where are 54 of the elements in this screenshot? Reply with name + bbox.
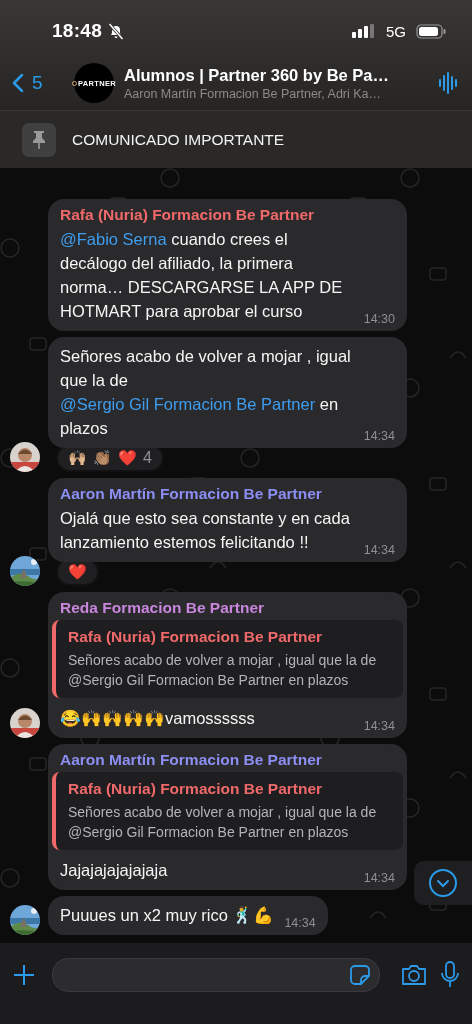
status-time: 18:48: [52, 20, 103, 42]
message-time: 14:30: [363, 312, 395, 326]
message-bubble[interactable]: Señores acabo de volver a mojar , igual que la de @Sergio Gil Formacion Be Partner en plazos 14:34: [48, 337, 407, 448]
sticker-icon[interactable]: [349, 964, 371, 986]
quoted-sender: Rafa (Nuria) Formacion Be Partner: [68, 780, 324, 798]
sender-name: Rafa (Nuria) Formacion Be Partner: [60, 206, 316, 224]
message-text: 😂🙌🙌🙌🙌vamossssss: [60, 708, 255, 729]
message-time: 14:34: [363, 543, 395, 557]
network-label: 5G: [386, 22, 406, 40]
message-text: Puuues un x2 muy rico 🕺💪: [60, 905, 275, 926]
sender-name: Aaron Martín Formacion Be Partner: [60, 485, 323, 503]
message-time: 14:34: [363, 719, 395, 733]
message-time: 14:34: [363, 429, 395, 443]
voice-chat-icon[interactable]: [438, 71, 460, 95]
message-time: 14:34: [363, 871, 395, 885]
message-field[interactable]: [52, 958, 380, 992]
quoted-text: Señores acabo de volver a mojar , igual que la de @Sergio Gil Formacion Be Partner en plazos: [68, 803, 378, 842]
message-text: Señores acabo de volver a mojar , igual que la de @Sergio Gil Formacion Be Partner en plazos: [60, 346, 352, 439]
pinned-message-bar[interactable]: COMUNICADO IMPORTANTE: [0, 110, 472, 168]
battery-icon: [416, 23, 446, 39]
reaction-emoji: ❤: [68, 563, 87, 581]
message-bubble[interactable]: Reda Formacion Be Partner Rafa (Nuria) Formacion Be Partner Señores acabo de volver a mojar , igual que la de @Sergio Gil Formacion Be Partner en plazos 😂🙌🙌🙌🙌vamossssss 14:34: [48, 592, 407, 738]
mention-link[interactable]: @Fabio Serna: [60, 230, 167, 248]
message-bubble[interactable]: Rafa (Nuria) Formacion Be Partner @Fabio Serna cuando crees el decálogo del afiliado, la primera norma… DESCARGARSE LA APP DE HOTMART para aprobar el curso 14:30: [48, 199, 407, 331]
reaction-emoji: ❤: [118, 449, 137, 467]
chevron-down-icon: [428, 868, 458, 898]
message-bubble[interactable]: Puuues un x2 muy rico 🕺💪 14:34: [48, 896, 328, 935]
pin-icon: [22, 122, 56, 157]
chat-members: Aaron Martín Formacion Be Partner, Adri Ka…: [124, 86, 383, 101]
message-bubble[interactable]: Aaron Martín Formacion Be Partner Rafa (Nuria) Formacion Be Partner Señores acabo de volver a mojar , igual que la de @Sergio Gil Formacion Be Partner en plazos Jajajajajajajaja 14:34: [48, 744, 407, 890]
quoted-text: Señores acabo de volver a mojar , igual que la de @Sergio Gil Formacion Be Partner en plazos: [68, 651, 378, 690]
reaction-emoji: 👏🏽: [93, 449, 112, 467]
sender-name: Reda Formacion Be Partner: [60, 599, 266, 617]
message-text: @Fabio Serna cuando crees el decálogo del afiliado, la primera norma… DESCARGARSE LA APP DE HOTMART para aprobar el curso: [60, 229, 344, 322]
message-time: 14:34: [284, 916, 316, 930]
reaction-emoji: 🙌🏼: [68, 449, 87, 467]
camera-icon[interactable]: [400, 964, 428, 986]
signal-icon: [352, 24, 376, 38]
back-chevron-icon: [12, 73, 24, 93]
sender-name: Aaron Martín Formacion Be Partner: [60, 751, 323, 769]
message-text: Ojalá que esto sea constante y en cada lanzamiento estemos felicitando !!: [60, 508, 351, 553]
quoted-sender: Rafa (Nuria) Formacion Be Partner: [68, 628, 324, 646]
mention-link[interactable]: @Sergio Gil Formacion Be Partner: [60, 395, 316, 413]
scroll-down-button[interactable]: [414, 861, 472, 905]
quoted-message[interactable]: Rafa (Nuria) Formacion Be Partner Señores acabo de volver a mojar , igual que la de @Sergio Gil Formacion Be Partner en plazos: [52, 620, 403, 698]
back-button[interactable]: 5: [12, 72, 68, 94]
chat-title[interactable]: Alumnos | Partner 360 by Be Pa…: [124, 65, 432, 85]
add-icon[interactable]: [12, 963, 36, 987]
message-text: Jajajajajajajaja: [60, 860, 168, 881]
microphone-icon[interactable]: [440, 961, 460, 989]
reaction-count: 4: [143, 449, 152, 467]
quoted-message[interactable]: Rafa (Nuria) Formacion Be Partner Señores acabo de volver a mojar , igual que la de @Sergio Gil Formacion Be Partner en plazos: [52, 772, 403, 850]
pinned-text: COMUNICADO IMPORTANTE: [72, 130, 285, 149]
message-bubble[interactable]: Aaron Martín Formacion Be Partner Ojalá que esto sea constante y en cada lanzamiento estemos felicitando !! 14:34: [48, 478, 407, 562]
